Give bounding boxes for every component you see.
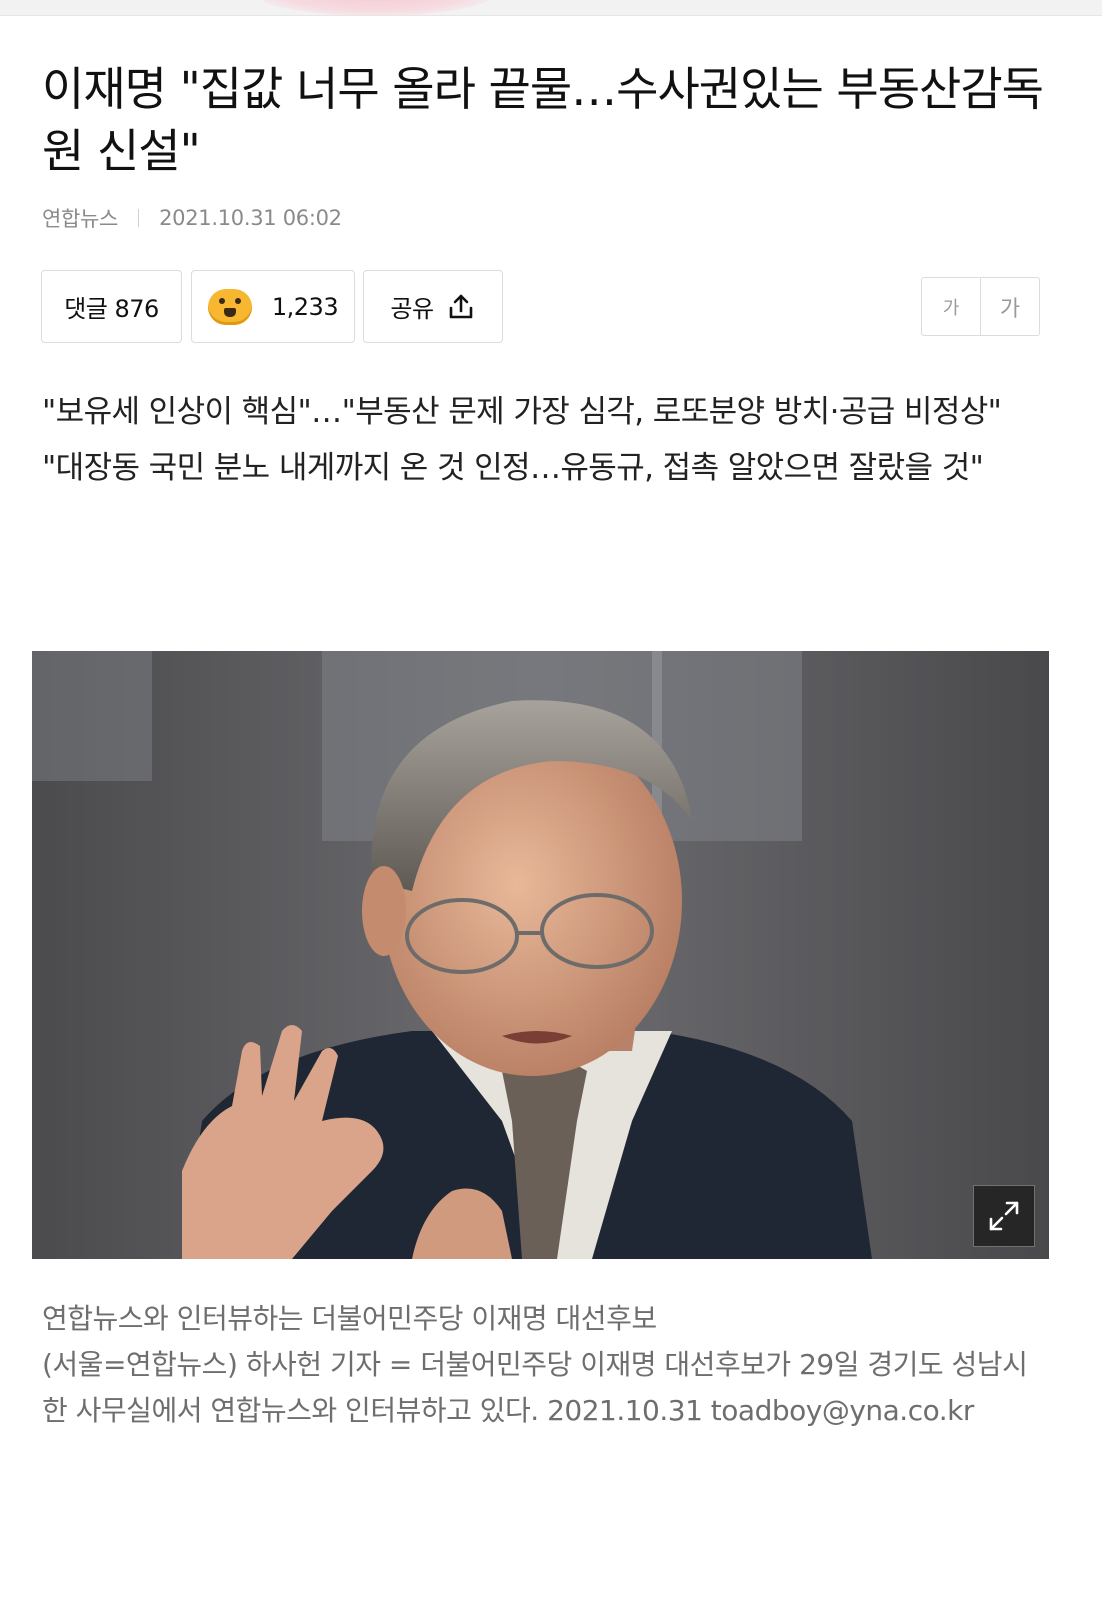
photo-expand-button[interactable] [973, 1185, 1035, 1247]
photo-caption: 연합뉴스와 인터뷰하는 더불어민주당 이재명 대선후보 (서울=연합뉴스) 하사… [42, 1296, 1052, 1434]
photo-illustration [32, 651, 1049, 1259]
share-upload-icon [449, 294, 472, 318]
article-photo[interactable] [32, 651, 1049, 1259]
share-button[interactable]: 공유 [363, 270, 503, 343]
share-button-label: 공유 [390, 295, 434, 323]
subheading-line: "대장동 국민 분노 내게까지 온 것 인정…유동규, 접촉 알았으면 잘랐을 … [42, 450, 984, 486]
banner-decoration [255, 0, 495, 15]
expand-arrows-icon [989, 1201, 1019, 1231]
reaction-face-icon [207, 288, 252, 325]
font-size-control: 가 가 [921, 277, 1040, 336]
article-subheadings: "보유세 인상이 핵심"…"부동산 문제 가장 심각, 로또분양 방치·공급 비… [42, 384, 1052, 496]
font-increase-button[interactable]: 가 [981, 278, 1039, 335]
reaction-button[interactable]: 1,233 [191, 270, 355, 343]
article-datetime: 2021.10.31 06:02 [159, 206, 342, 230]
meta-divider [138, 209, 140, 227]
top-banner-strip [0, 0, 1102, 16]
photo-caption-body: (서울=연합뉴스) 하사헌 기자 = 더불어민주당 이재명 대선후보가 29일 … [42, 1348, 1028, 1427]
comment-button-label: 댓글 876 [64, 295, 159, 323]
subheading-line: "보유세 인상이 핵심"…"부동산 문제 가장 심각, 로또분양 방치·공급 비… [42, 394, 1002, 430]
article-meta: 연합뉴스 2021.10.31 06:02 [42, 202, 342, 234]
photo-caption-title: 연합뉴스와 인터뷰하는 더불어민주당 이재명 대선후보 [42, 1302, 657, 1335]
reaction-count: 1,233 [271, 292, 339, 321]
comment-button[interactable]: 댓글 876 [41, 270, 182, 343]
font-decrease-button[interactable]: 가 [922, 278, 981, 335]
article-headline: 이재명 "집값 너무 올라 끝물…수사권있는 부동산감독원 신설" [42, 62, 1044, 178]
article-source[interactable]: 연합뉴스 [42, 203, 118, 233]
